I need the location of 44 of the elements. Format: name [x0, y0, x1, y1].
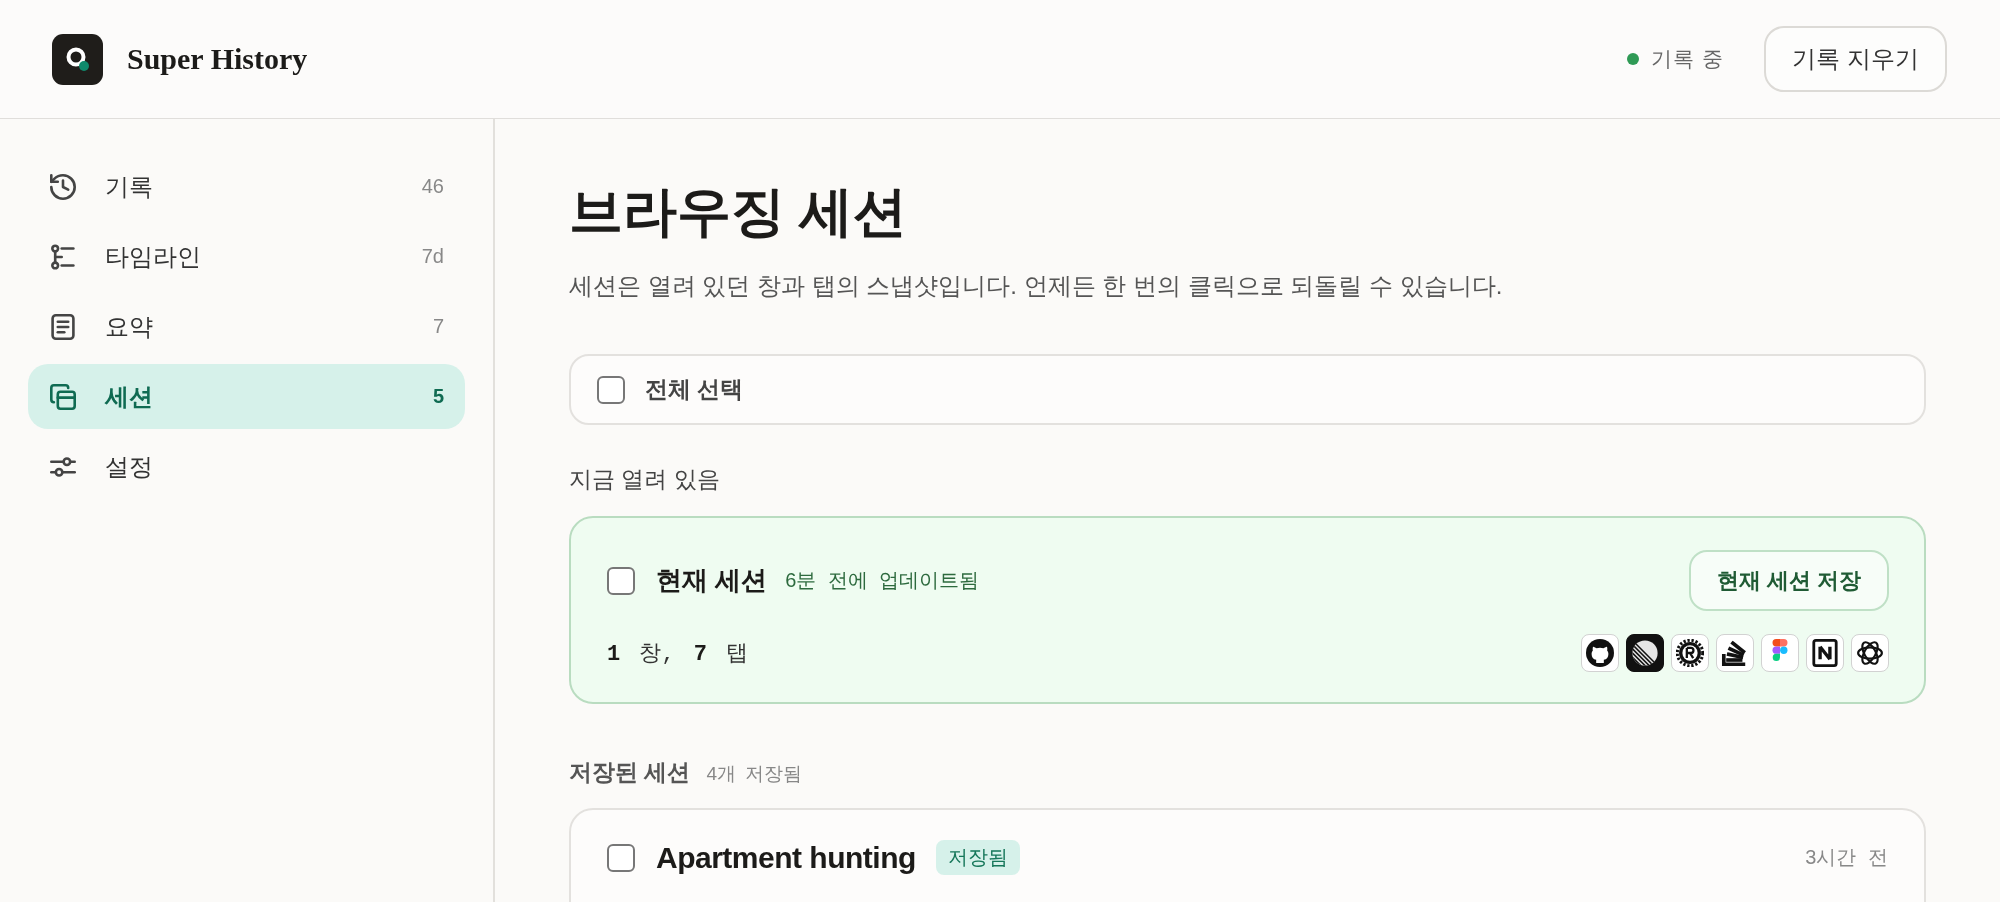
section-heading: 지금 열려 있음	[569, 465, 721, 494]
saved-count: 4개 저장됨	[706, 762, 803, 786]
timeline-icon	[50, 243, 76, 270]
session-title: 현재 세션	[656, 564, 768, 597]
stacked-bars-icon	[1716, 634, 1754, 672]
sidebar-label: 요약	[105, 311, 154, 342]
cat-icon	[1581, 634, 1619, 672]
box-logo-icon	[1806, 634, 1844, 672]
document-icon	[50, 313, 76, 340]
clear-history-button[interactable]: 기록 지우기	[1764, 26, 1947, 92]
window-tab-count: 1 창, 7 탭	[607, 641, 749, 668]
session-title: Apartment hunting	[656, 840, 916, 875]
checkbox[interactable]	[597, 375, 625, 404]
page-description: 세션은 열려 있던 창과 탭의 스냅샷입니다. 언제든 한 번의 클릭으로 되돌릴 수 있습니다.	[569, 271, 1504, 301]
sidebar-label: 설정	[105, 451, 154, 482]
recording-status: 기록 중	[1651, 46, 1725, 72]
windows-icon	[50, 383, 76, 410]
sidebar-count: 7d	[421, 245, 444, 268]
session-updated: 6분 전에 업데이트됨	[785, 568, 980, 593]
sidebar-count: 7	[432, 315, 444, 338]
history-icon	[50, 173, 76, 200]
sidebar-label: 타임라인	[105, 241, 202, 272]
app-title: Super History	[127, 42, 308, 76]
section-heading: 저장된 세션	[569, 758, 691, 787]
checkbox[interactable]	[607, 566, 635, 595]
sidebar-item[interactable]: 설정	[28, 434, 465, 499]
sidebar-item[interactable]: 세션 5	[28, 364, 465, 429]
sidebar-item[interactable]: 요약 7	[28, 294, 465, 359]
saved-badge: 저장됨	[935, 840, 1020, 875]
colored-shapes-icon	[1761, 634, 1799, 672]
gear-icon	[1671, 634, 1709, 672]
page-title: 브라우징 세션	[569, 181, 908, 244]
select-all-label: 전체 선택	[645, 375, 744, 404]
sidebar-label: 기록	[105, 171, 154, 202]
sidebar-count: 5	[432, 385, 444, 408]
sidebar-label: 세션	[105, 381, 154, 412]
logo-icon	[52, 33, 103, 85]
sidebar-item[interactable]: 타임라인 7d	[28, 224, 465, 289]
save-session-button[interactable]: 현재 세션 저장	[1688, 550, 1889, 611]
knot-icon	[1851, 634, 1889, 672]
session-time: 3시간 전	[1805, 845, 1888, 870]
checkbox[interactable]	[607, 843, 635, 872]
sidebar-count: 46	[421, 175, 444, 198]
sidebar-item[interactable]: 기록 46	[28, 154, 465, 219]
